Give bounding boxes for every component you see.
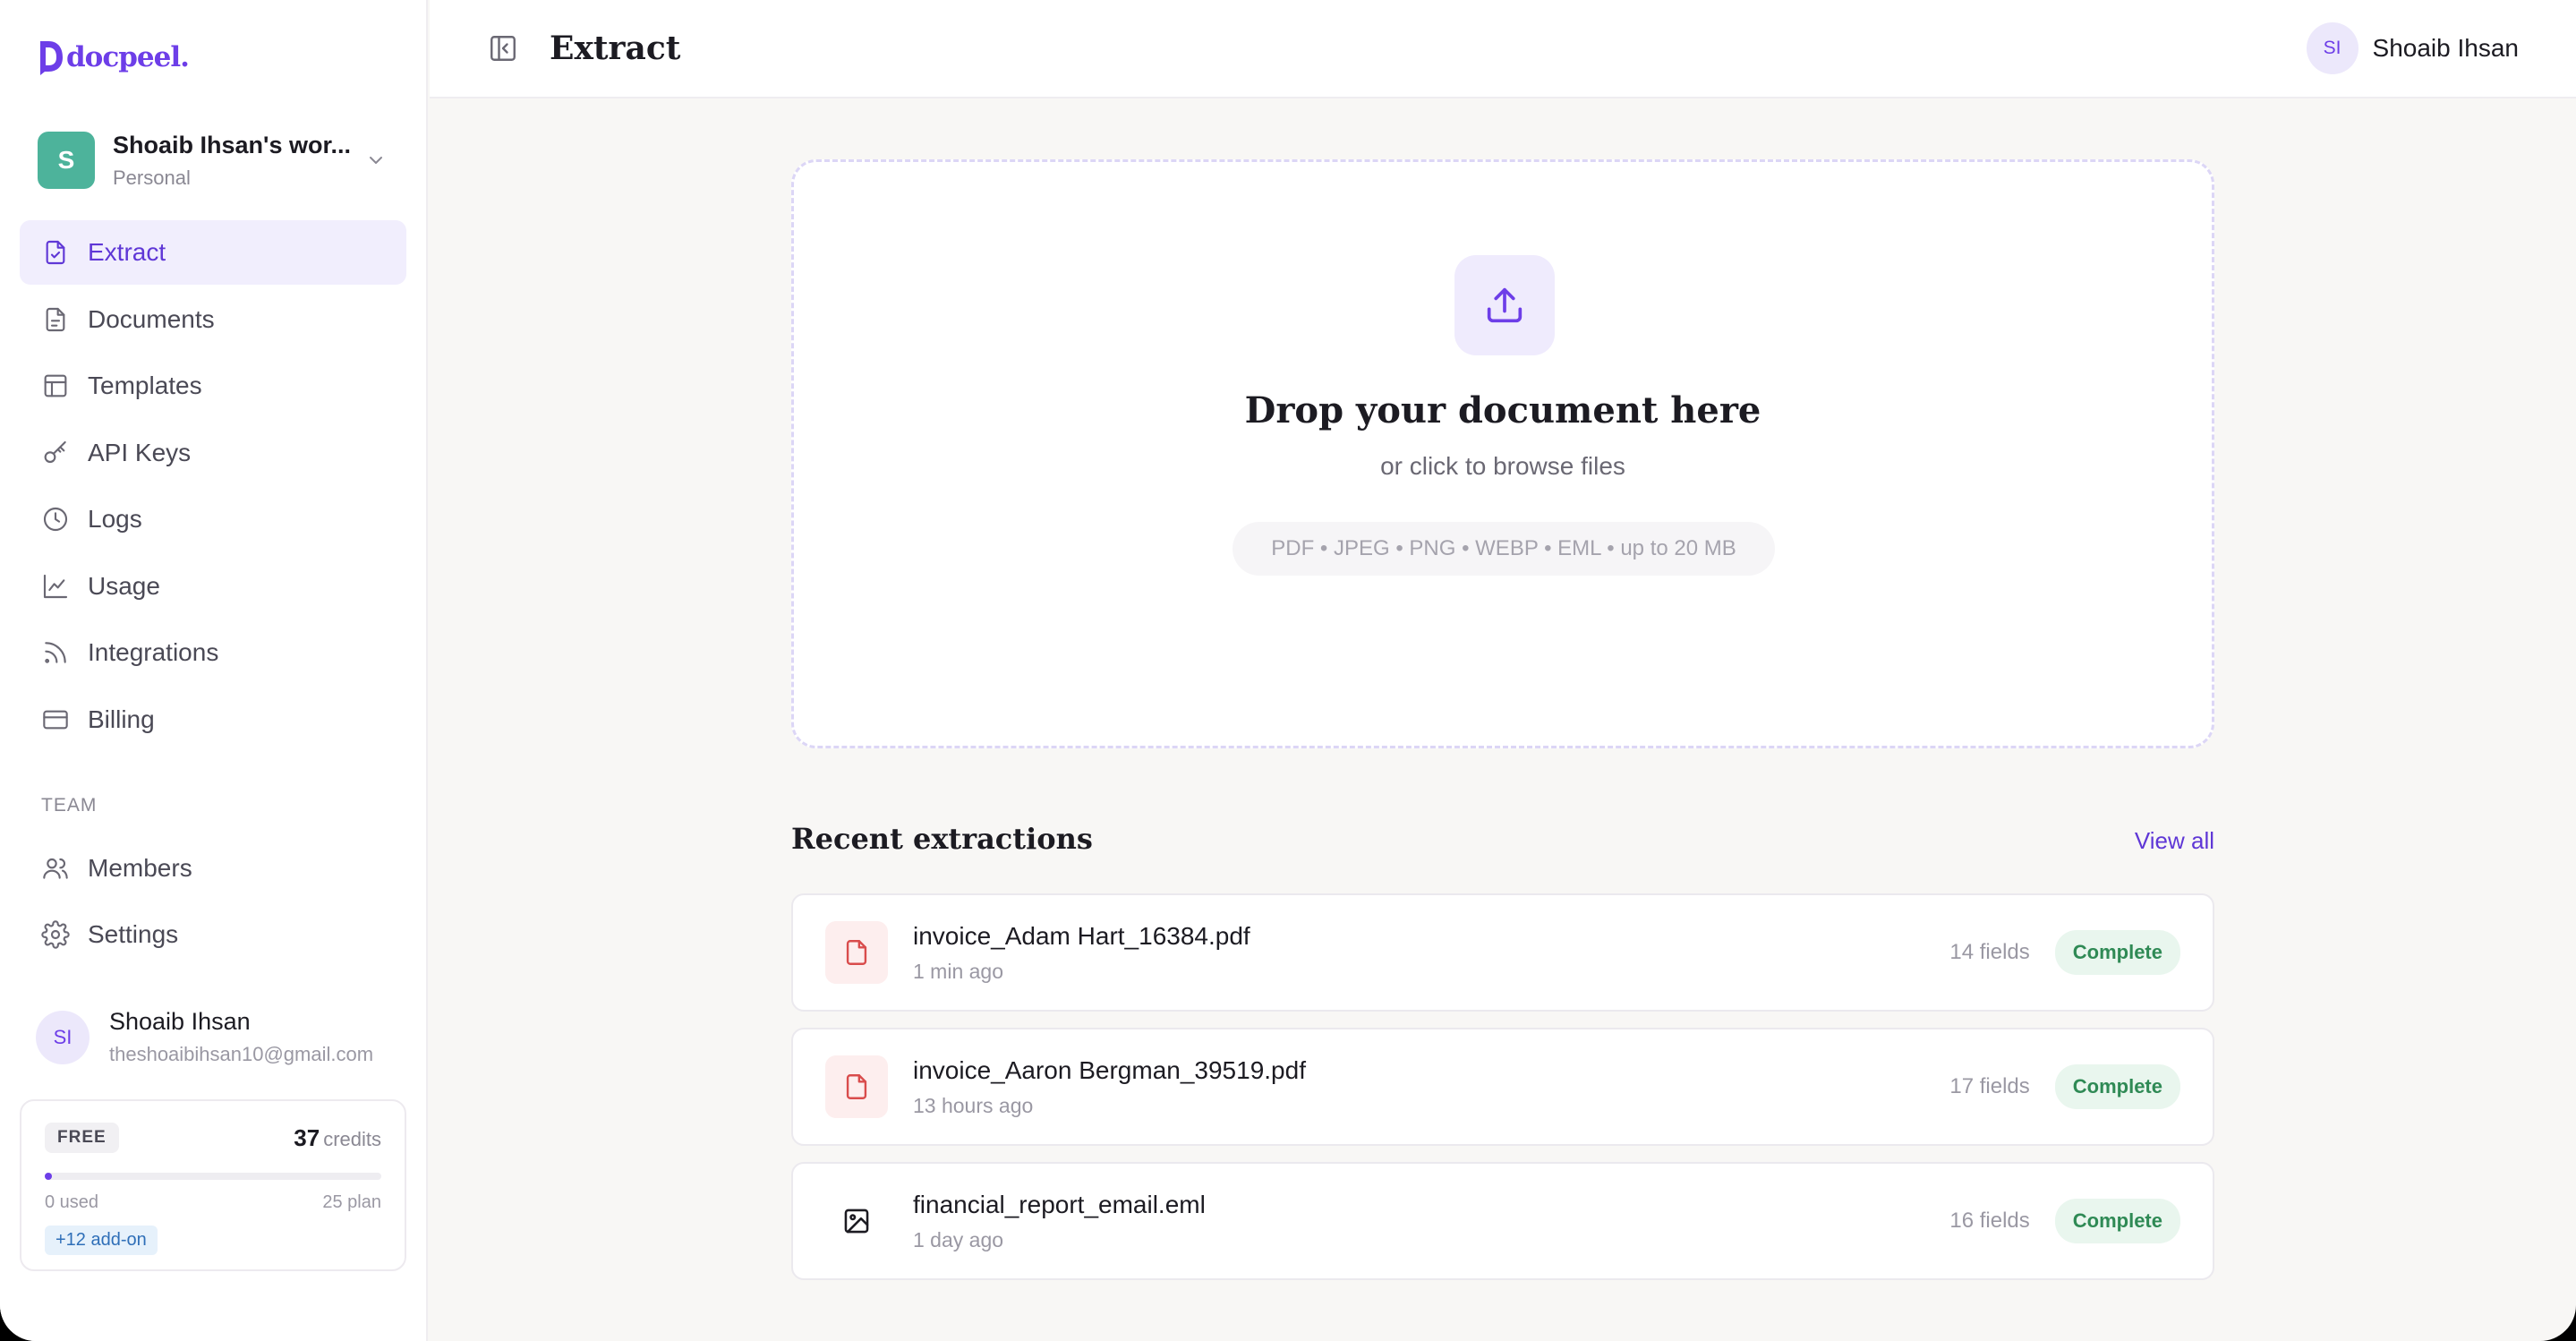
- view-all-link[interactable]: View all: [2135, 827, 2214, 855]
- avatar: SI: [36, 1010, 90, 1064]
- file-name: invoice_Aaron Bergman_39519.pdf: [913, 1055, 1306, 1084]
- recent-extractions-title: Recent extractions: [791, 822, 1093, 856]
- credits-progress-fill: [45, 1173, 52, 1180]
- users-icon: [43, 858, 68, 879]
- sidebar-item-label: Templates: [88, 372, 202, 399]
- dropzone-subtitle: or click to browse files: [1380, 452, 1625, 480]
- list-item[interactable]: financial_report_email.eml 1 day ago 16 …: [791, 1162, 2214, 1280]
- workspace-switcher[interactable]: S Shoaib Ihsan's wor... Personal: [38, 131, 399, 190]
- file-time: 1 day ago: [913, 1227, 1004, 1251]
- logo-mark-icon: [40, 41, 63, 75]
- user-email: theshoaibihsan10@gmail.com: [109, 1043, 374, 1065]
- sidebar-item-label: Billing: [88, 705, 155, 733]
- clock-icon: [43, 507, 68, 532]
- chart-icon: [43, 574, 68, 598]
- supported-formats: PDF • JPEG • PNG • WEBP • EML • up to 20…: [1233, 522, 1775, 576]
- credits-count: 37 credits: [294, 1124, 381, 1152]
- list-item[interactable]: invoice_Aaron Bergman_39519.pdf 13 hours…: [791, 1028, 2214, 1146]
- file-name: invoice_Adam Hart_16384.pdf: [913, 921, 1250, 950]
- key-icon: [44, 440, 66, 463]
- header-user-name: Shoaib Ihsan: [2372, 34, 2519, 62]
- credits-number: 37: [294, 1123, 320, 1151]
- pdf-file-icon: [846, 1074, 867, 1099]
- addon-badge: +12 add-on: [45, 1226, 158, 1255]
- fields-count: 14 fields: [1949, 940, 2030, 964]
- list-item[interactable]: invoice_Adam Hart_16384.pdf 1 min ago 14…: [791, 893, 2214, 1012]
- sidebar-item-label: Documents: [88, 304, 215, 333]
- credits-unit: credits: [323, 1127, 381, 1150]
- plan-badge: FREE: [45, 1123, 119, 1153]
- file-icon-box: [825, 921, 888, 984]
- team-section-label: TEAM: [41, 794, 98, 816]
- file-time: 13 hours ago: [913, 1093, 1034, 1117]
- sidebar-item-label: Usage: [88, 571, 160, 600]
- sidebar-item-label: Members: [88, 853, 192, 882]
- sidebar-item-templates[interactable]: Templates: [20, 354, 406, 418]
- chevron-down-icon: [370, 157, 382, 164]
- credit-card-icon: [43, 710, 68, 729]
- fields-count: 16 fields: [1949, 1209, 2030, 1233]
- sidebar: docpeel. S Shoaib Ihsan's wor... Persona…: [0, 0, 428, 1341]
- file-time: 1 min ago: [913, 959, 1004, 983]
- document-check-icon: [46, 240, 65, 265]
- sidebar-item-settings[interactable]: Settings: [20, 902, 406, 967]
- sidebar-item-documents[interactable]: Documents: [20, 287, 406, 352]
- logo[interactable]: docpeel.: [38, 39, 190, 75]
- workspace-avatar: S: [38, 132, 95, 189]
- fields-count: 17 fields: [1949, 1074, 2030, 1098]
- credits-progress-bar: [45, 1173, 381, 1180]
- sidebar-nav: Extract Documents Templates API Keys Log…: [20, 220, 406, 969]
- file-icon-box: [825, 1190, 888, 1252]
- dropzone-title: Drop your document here: [1244, 389, 1761, 431]
- workspace-name: Shoaib Ihsan's wor...: [113, 131, 351, 158]
- sidebar-item-label: Extract: [88, 238, 166, 266]
- status-badge: Complete: [2054, 1064, 2180, 1109]
- file-icon-box: [825, 1055, 888, 1118]
- sidebar-item-label: API Keys: [88, 438, 192, 466]
- document-icon: [46, 307, 65, 331]
- app-window: docpeel. S Shoaib Ihsan's wor... Persona…: [0, 0, 2576, 1341]
- upload-icon: [1487, 287, 1523, 323]
- credits-card: FREE 37 credits 0 used 25 plan +12 add-on: [20, 1099, 406, 1271]
- status-badge: Complete: [2054, 930, 2180, 975]
- credits-used: 0 used: [45, 1192, 99, 1212]
- user-name: Shoaib Ihsan: [109, 1008, 251, 1035]
- sidebar-item-api-keys[interactable]: API Keys: [20, 421, 406, 485]
- sidebar-collapse-icon[interactable]: [487, 32, 519, 64]
- pdf-file-icon: [846, 940, 867, 965]
- gear-icon: [41, 920, 70, 949]
- sidebar-item-members[interactable]: Members: [20, 836, 406, 901]
- workspace-type: Personal: [113, 166, 191, 189]
- sidebar-item-label: Logs: [88, 505, 142, 533]
- upload-dropzone[interactable]: Drop your document here or click to brow…: [791, 159, 2214, 748]
- status-badge: Complete: [2054, 1199, 2180, 1243]
- sidebar-item-label: Settings: [88, 920, 179, 948]
- sidebar-user[interactable]: SI Shoaib Ihsan theshoaibihsan10@gmail.c…: [36, 1008, 412, 1066]
- header-user-menu[interactable]: SI Shoaib Ihsan: [2306, 22, 2519, 74]
- page-title: Extract: [550, 30, 681, 67]
- avatar: SI: [2306, 22, 2358, 74]
- sidebar-item-label: Integrations: [88, 638, 219, 666]
- sidebar-item-logs[interactable]: Logs: [20, 487, 406, 551]
- layout-icon: [44, 374, 67, 397]
- rss-icon: [45, 642, 66, 663]
- image-file-icon: [844, 1209, 869, 1234]
- credits-plan: 25 plan: [322, 1192, 381, 1212]
- logo-text: docpeel.: [66, 41, 190, 73]
- sidebar-item-billing[interactable]: Billing: [20, 688, 406, 752]
- file-name: financial_report_email.eml: [913, 1190, 1206, 1218]
- sidebar-item-extract[interactable]: Extract: [20, 220, 406, 285]
- sidebar-item-usage[interactable]: Usage: [20, 554, 406, 619]
- top-header: Extract SI Shoaib Ihsan: [430, 0, 2576, 98]
- upload-icon-box: [1454, 255, 1555, 355]
- sidebar-item-integrations[interactable]: Integrations: [20, 620, 406, 685]
- recent-extractions-list: invoice_Adam Hart_16384.pdf 1 min ago 14…: [791, 893, 2214, 1296]
